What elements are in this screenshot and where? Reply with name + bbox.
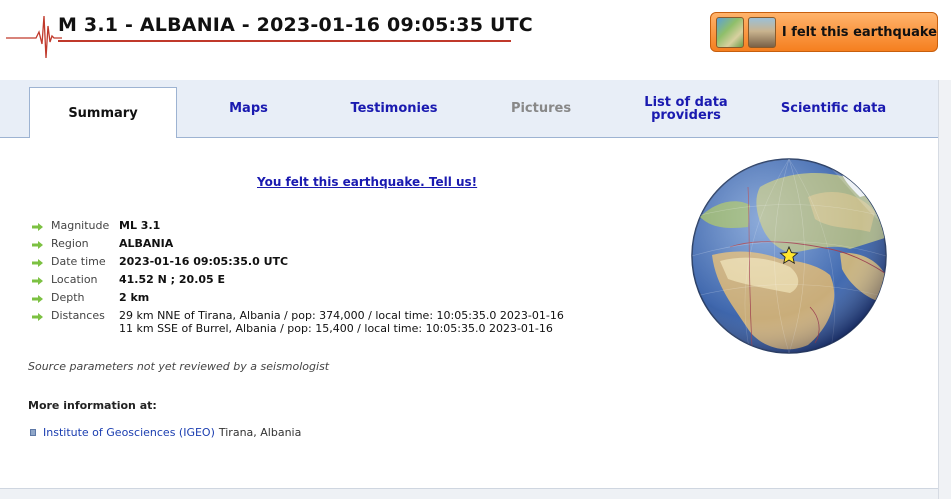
param-label: Date time (51, 255, 106, 268)
param-value: ML 3.1 (119, 219, 161, 232)
param-value: 2 km (119, 291, 150, 304)
bullet-icon (30, 429, 36, 436)
provider-entry: Institute of Geosciences (IGEO) Tirana, … (30, 426, 301, 439)
param-value: ALBANIA (119, 237, 174, 250)
title-underline (58, 40, 511, 42)
provider-location: Tirana, Albania (218, 426, 302, 439)
map-thumbnail-icon (716, 16, 744, 48)
more-info-heading: More information at: (28, 399, 157, 412)
green-arrow-icon (32, 223, 43, 231)
globe-map[interactable] (690, 157, 888, 355)
param-label: Region (51, 237, 89, 250)
review-status-note: Source parameters not yet reviewed by a … (28, 360, 330, 373)
tab-testimonies[interactable]: Testimonies (335, 80, 453, 137)
distance-line: 29 km NNE of Tirana, Albania / pop: 374,… (119, 309, 564, 322)
param-label: Location (51, 273, 98, 286)
tab-maps[interactable]: Maps (190, 80, 307, 137)
page-header: M 3.1 - ALBANIA - 2023-01-16 09:05:35 UT… (0, 0, 951, 80)
param-value: 2023-01-16 09:05:35.0 UTC (119, 255, 289, 268)
green-arrow-icon (32, 295, 43, 303)
param-label: Magnitude (51, 219, 110, 232)
green-arrow-icon (32, 259, 43, 267)
tab-pictures: Pictures (510, 101, 572, 116)
seismogram-logo-icon (6, 15, 62, 59)
param-label: Depth (51, 291, 85, 304)
page-title: M 3.1 - ALBANIA - 2023-01-16 09:05:35 UT… (58, 14, 533, 36)
param-value: 41.52 N ; 20.05 E (119, 273, 226, 286)
tab-bar: Summary Maps Testimonies Pictures List o… (0, 80, 938, 138)
param-value: 29 km NNE of Tirana, Albania / pop: 374,… (119, 309, 564, 335)
distance-line: 11 km SSE of Burrel, Albania / pop: 15,4… (119, 322, 553, 335)
tab-scientific-data[interactable]: Scientific data (772, 80, 895, 137)
felt-earthquake-button[interactable]: I felt this earthquake (710, 12, 938, 52)
green-arrow-icon (32, 313, 43, 321)
param-label: Distances (51, 309, 105, 322)
page-footer-bar (0, 488, 938, 499)
green-arrow-icon (32, 241, 43, 249)
tab-summary[interactable]: Summary (29, 87, 177, 138)
tab-data-providers[interactable]: List of data providers (627, 80, 745, 137)
felt-tell-us-link[interactable]: You felt this earthquake. Tell us! (257, 175, 477, 189)
building-thumbnail-icon (747, 16, 776, 48)
vertical-scrollbar[interactable] (938, 80, 951, 499)
green-arrow-icon (32, 277, 43, 285)
provider-link[interactable]: Institute of Geosciences (IGEO) (43, 426, 215, 439)
felt-button-label: I felt this earthquake (781, 24, 937, 40)
